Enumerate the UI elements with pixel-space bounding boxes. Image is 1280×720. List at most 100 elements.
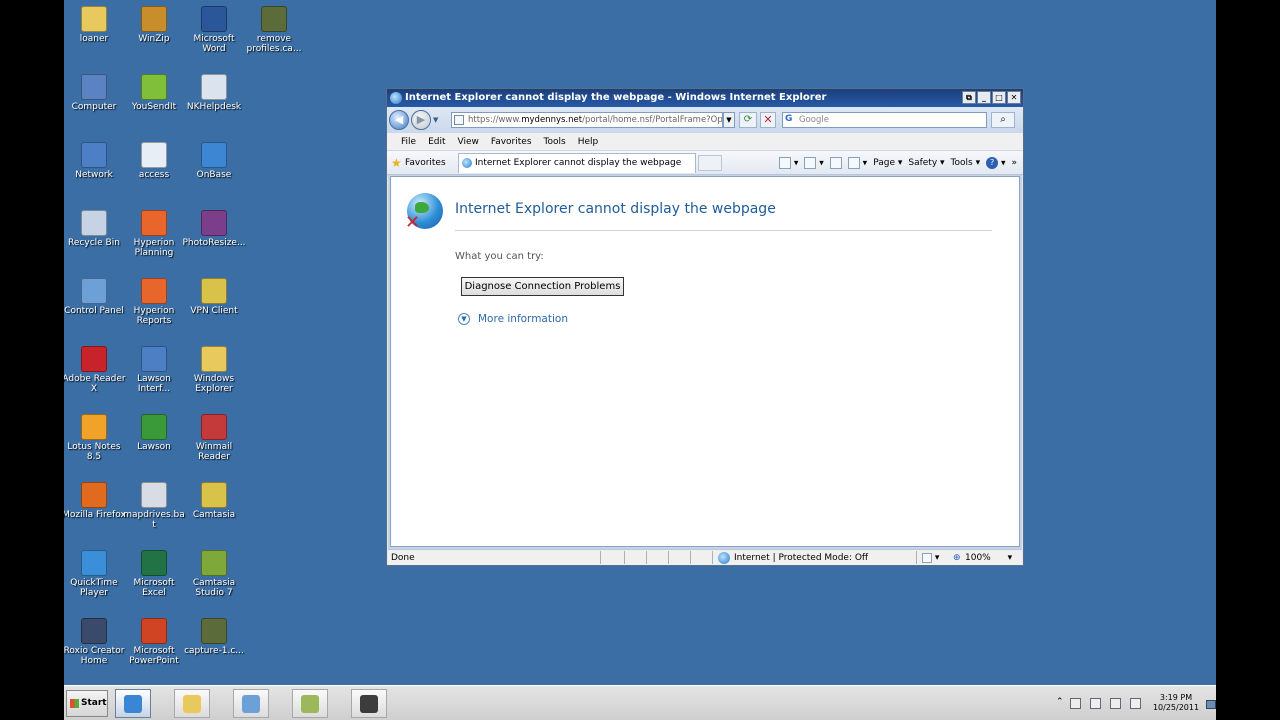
- excel-icon: [141, 550, 167, 576]
- restore-window-button[interactable]: ⧉: [962, 91, 976, 104]
- back-button[interactable]: ◀: [389, 110, 409, 130]
- taskbar-recorder-button[interactable]: [351, 689, 387, 718]
- desktop-icon[interactable]: Lawson: [121, 412, 187, 472]
- desktop-icon[interactable]: Network: [64, 140, 127, 200]
- desktop-icon[interactable]: YouSendIt: [121, 72, 187, 132]
- desktop-icon[interactable]: loaner: [64, 4, 127, 64]
- feeds-icon[interactable]: ▾: [804, 157, 824, 169]
- taskbar-explorer-button[interactable]: [174, 689, 210, 718]
- desktop-icon[interactable]: Control Panel: [64, 276, 127, 336]
- desktop-icon[interactable]: WinZip: [121, 4, 187, 64]
- system-clock[interactable]: 3:19 PM 10/25/2011: [1148, 693, 1204, 713]
- desktop-icon[interactable]: Camtasia: [181, 480, 247, 540]
- security-zone[interactable]: Internet | Protected Mode: Off: [718, 550, 868, 566]
- tab-current[interactable]: Internet Explorer cannot display the web…: [458, 153, 696, 173]
- desktop-icon[interactable]: Adobe Reader X: [64, 344, 127, 404]
- desktop-icon[interactable]: capture-1.c...: [181, 616, 247, 676]
- desktop-icon[interactable]: Microsoft PowerPoint: [121, 616, 187, 676]
- control-panel-icon: [81, 278, 107, 304]
- letterbox-right: [1216, 0, 1280, 720]
- desktop-icon[interactable]: Winmail Reader: [181, 412, 247, 472]
- taskbar-camtasia-button[interactable]: [292, 689, 328, 718]
- ie-icon: [390, 92, 402, 104]
- desktop-icon[interactable]: Lawson Interf...: [121, 344, 187, 404]
- menu-tools[interactable]: Tools: [544, 133, 566, 150]
- desktop-icon[interactable]: Lotus Notes 8.5: [64, 412, 127, 472]
- more-information-label: More information: [478, 313, 568, 325]
- close-button[interactable]: ✕: [1007, 91, 1021, 104]
- desktop-icon[interactable]: Computer: [64, 72, 127, 132]
- minimize-button[interactable]: _: [977, 91, 991, 104]
- desktop-icon-label: NKHelpdesk: [186, 102, 242, 112]
- menu-file[interactable]: File: [401, 133, 416, 150]
- diagnose-connection-button[interactable]: Diagnose Connection Problems: [461, 277, 624, 296]
- refresh-button[interactable]: ⟳: [739, 112, 757, 128]
- window-titlebar[interactable]: Internet Explorer cannot display the web…: [387, 89, 1023, 107]
- tray-network-icon[interactable]: [1070, 698, 1081, 709]
- search-button[interactable]: ⌕: [991, 112, 1015, 128]
- help-icon[interactable]: ? ▾: [986, 157, 1005, 169]
- maximize-button[interactable]: □: [992, 91, 1006, 104]
- desktop-icon[interactable]: Windows Explorer: [181, 344, 247, 404]
- desktop-icon[interactable]: Hyperion Reports: [121, 276, 187, 336]
- taskbar-control-panel-icon: [242, 695, 260, 713]
- taskbar-ie-button[interactable]: [115, 689, 151, 718]
- desktop-icon[interactable]: Roxio Creator Home: [64, 616, 127, 676]
- tray-device-icon[interactable]: [1090, 698, 1101, 709]
- vpn-client-icon: [201, 278, 227, 304]
- desktop-icon[interactable]: PhotoResize...: [181, 208, 247, 268]
- safety-menu-button[interactable]: Safety ▾: [908, 158, 944, 168]
- desktop-icon[interactable]: Microsoft Word: [181, 4, 247, 64]
- what-you-can-try: What you can try:: [455, 251, 544, 262]
- more-information-link[interactable]: ▼ More information: [458, 312, 568, 326]
- tray-volume-icon[interactable]: [1110, 698, 1121, 709]
- show-desktop-button[interactable]: [1206, 700, 1216, 709]
- internet-zone-icon: [718, 552, 730, 564]
- page-menu-button[interactable]: Page ▾: [873, 158, 902, 168]
- desktop-icon[interactable]: Camtasia Studio 7: [181, 548, 247, 608]
- menu-help[interactable]: Help: [578, 133, 599, 150]
- status-text: Done: [391, 553, 415, 563]
- desktop-icon[interactable]: QuickTime Player: [64, 548, 127, 608]
- new-tab-button[interactable]: [698, 155, 722, 171]
- desktop-icon[interactable]: Mozilla Firefox: [64, 480, 127, 540]
- desktop-icon-label: WinZip: [138, 34, 170, 44]
- desktop-icon[interactable]: NKHelpdesk: [181, 72, 247, 132]
- menu-edit[interactable]: Edit: [428, 133, 445, 150]
- desktop-icon[interactable]: mapdrives.bat: [121, 480, 187, 540]
- zoom-control[interactable]: ⊕ 100% ▾: [953, 550, 1012, 566]
- desktop-icon[interactable]: VPN Client: [181, 276, 247, 336]
- chevron-right-icon[interactable]: »: [1011, 158, 1017, 168]
- tools-menu-button[interactable]: Tools ▾: [951, 158, 981, 168]
- home-icon[interactable]: ▾: [779, 157, 798, 169]
- winmail-reader-icon: [201, 414, 227, 440]
- helpdesk-icon: [201, 74, 227, 100]
- show-hidden-icons[interactable]: ⌃: [1056, 697, 1064, 707]
- search-input[interactable]: G Google: [782, 112, 987, 128]
- desktop-icon[interactable]: remove profiles.ca...: [241, 4, 307, 64]
- lawson-icon: [141, 414, 167, 440]
- desktop-icon[interactable]: Recycle Bin: [64, 208, 127, 268]
- desktop-icon[interactable]: OnBase: [181, 140, 247, 200]
- address-bar[interactable]: https://www.mydennys.net/portal/home.nsf…: [451, 112, 723, 128]
- menu-favorites[interactable]: Favorites: [491, 133, 532, 150]
- print-icon[interactable]: ▾: [847, 157, 867, 169]
- clock-date: 10/25/2011: [1152, 703, 1200, 712]
- stop-button[interactable]: ✕: [760, 112, 776, 128]
- desktop-icon[interactable]: access: [121, 140, 187, 200]
- taskbar-control-panel-button[interactable]: [233, 689, 269, 718]
- protected-mode-icon[interactable]: ▾: [922, 550, 939, 566]
- tray-security-icon[interactable]: [1130, 698, 1141, 709]
- start-button[interactable]: Start: [66, 690, 108, 717]
- forward-button[interactable]: ▶: [411, 110, 431, 130]
- address-dropdown-icon[interactable]: ▼: [723, 112, 735, 128]
- desktop-icon[interactable]: Hyperion Planning: [121, 208, 187, 268]
- desktop-icon-label: loaner: [79, 34, 109, 44]
- desktop-icon[interactable]: Microsoft Excel: [121, 548, 187, 608]
- recent-pages-dropdown-icon[interactable]: ▼: [433, 116, 438, 124]
- adobe-reader-icon: [81, 346, 107, 372]
- ie-window: Internet Explorer cannot display the web…: [386, 88, 1024, 566]
- menu-view[interactable]: View: [458, 133, 479, 150]
- favorites-button[interactable]: ★ Favorites: [391, 155, 446, 171]
- read-mail-icon[interactable]: [829, 157, 842, 169]
